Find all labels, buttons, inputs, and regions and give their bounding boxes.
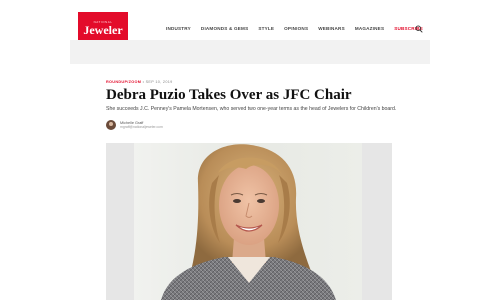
article-date: SEP 10, 2019: [145, 80, 173, 84]
portrait-image: [106, 143, 392, 300]
article-hero-photo: [106, 143, 392, 300]
nav-diamonds-gems[interactable]: DIAMONDS & GEMS: [201, 26, 248, 31]
byline: Michelle Graff mgraff@nationaljeweler.co…: [106, 120, 163, 130]
category-link[interactable]: ROUNDUP/ZOOM: [106, 80, 141, 84]
ad-banner-area: [70, 40, 430, 64]
search-icon[interactable]: [415, 25, 423, 33]
nav-style[interactable]: STYLE: [258, 26, 274, 31]
article-meta: ROUNDUP/ZOOM • SEP 10, 2019: [106, 80, 173, 84]
author-email[interactable]: mgraff@nationaljeweler.com: [120, 125, 163, 129]
author-avatar[interactable]: [106, 120, 116, 130]
logo-word: Jeweler: [83, 23, 123, 37]
nav-opinions[interactable]: OPINIONS: [284, 26, 308, 31]
main-nav: INDUSTRY DIAMONDS & GEMS STYLE OPINIONS …: [166, 26, 433, 31]
nav-industry[interactable]: INDUSTRY: [166, 26, 191, 31]
author-info: Michelle Graff mgraff@nationaljeweler.co…: [120, 121, 163, 129]
nav-magazines[interactable]: MAGAZINES: [355, 26, 384, 31]
nav-webinars[interactable]: WEBINARS: [318, 26, 345, 31]
article-dek: She succeeds J.C. Penney's Pamela Morten…: [106, 106, 397, 112]
article-title: Debra Puzio Takes Over as JFC Chair: [106, 87, 352, 103]
